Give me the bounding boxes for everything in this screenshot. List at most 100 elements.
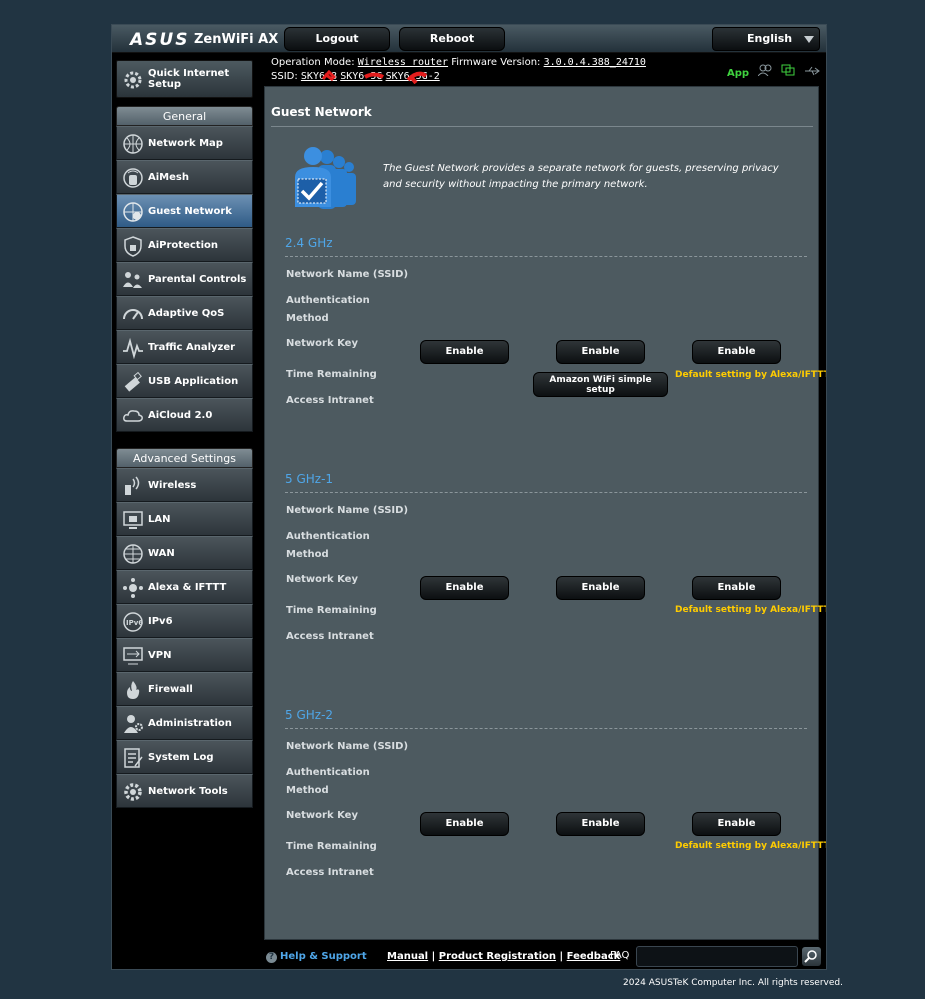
ipv6-icon: IPv6 [123, 612, 143, 632]
sidebar-item-network-tools[interactable]: Network Tools [116, 774, 253, 808]
sidebar-item-label: Adaptive QoS [148, 308, 225, 319]
field-label-access-intranet: Access Intranet [286, 395, 374, 406]
language-select[interactable]: English [712, 27, 820, 51]
field-label-access-intranet: Access Intranet [286, 631, 374, 642]
status-bar: Operation Mode: Wireless router Firmware… [271, 56, 826, 86]
help-support-link[interactable]: ? Help & Support [266, 951, 367, 963]
sidebar-item-aiprotection[interactable]: AiProtection [116, 228, 253, 262]
sidebar-item-label: Network Map [148, 138, 223, 149]
aicloud-icon [123, 410, 143, 422]
sidebar-item-traffic-analyzer[interactable]: Traffic Analyzer [116, 330, 253, 364]
wan-icon [123, 544, 143, 564]
sidebar-item-label: Traffic Analyzer [148, 342, 236, 353]
field-label-ssid: Network Name (SSID) [286, 505, 409, 516]
divider [285, 256, 807, 257]
sidebar-item-wan[interactable]: WAN [116, 536, 253, 570]
general-header: General [116, 106, 253, 126]
vpn-icon [123, 647, 143, 665]
sidebar-item-aicloud[interactable]: AiCloud 2.0 [116, 398, 253, 432]
network-icon[interactable] [781, 64, 795, 79]
parental-controls-icon [123, 272, 142, 288]
enable-button-2-4ghz-2[interactable]: Enable [556, 340, 645, 364]
sidebar-item-guest-network[interactable]: Guest Network [116, 194, 253, 228]
sidebar-item-wireless[interactable]: Wireless [116, 468, 253, 502]
enable-button-2-4ghz-1[interactable]: Enable [420, 340, 509, 364]
app-link[interactable]: App [727, 68, 749, 79]
sidebar-item-system-log[interactable]: System Log [116, 740, 253, 774]
field-label-time-remaining: Time Remaining [286, 605, 377, 616]
field-label-method: Method [286, 785, 329, 796]
faq-label: FAQ [610, 950, 630, 961]
usb-icon[interactable] [804, 66, 821, 79]
enable-button-5ghz-2-2[interactable]: Enable [556, 812, 645, 836]
network-map-icon [123, 134, 143, 154]
sidebar-item-label: AiProtection [148, 240, 218, 251]
sidebar-item-alexa-ifttt[interactable]: Alexa & IFTTT [116, 570, 253, 604]
product-registration-link[interactable]: Product Registration [439, 951, 556, 962]
amazon-wifi-simple-setup-button[interactable]: Amazon WiFi simple setup [533, 372, 668, 397]
faq-search-input[interactable] [636, 946, 798, 967]
sidebar-item-label: System Log [148, 752, 214, 763]
sidebar-item-label: Wireless [148, 480, 197, 491]
field-label-network-key: Network Key [286, 810, 358, 821]
field-label-method: Method [286, 313, 329, 324]
field-label-authentication: Authentication [286, 295, 370, 306]
enable-button-5ghz-1-1[interactable]: Enable [420, 576, 509, 600]
enable-button-5ghz-2-3[interactable]: Enable [692, 812, 781, 836]
alexa-ifttt-icon [123, 578, 143, 598]
administration-icon [124, 715, 143, 733]
sidebar-item-ipv6[interactable]: IPv6 IPv6 [116, 604, 253, 638]
firmware-label: Firmware Version: [451, 57, 541, 68]
reboot-button[interactable]: Reboot [399, 27, 505, 51]
copyright-text: 2024 ASUSTeK Computer Inc. All rights re… [623, 978, 843, 988]
sidebar-item-network-map[interactable]: Network Map [116, 126, 253, 160]
sidebar-item-label: VPN [148, 650, 172, 661]
divider [285, 728, 807, 729]
ssid-link-1[interactable]: SKY6 8 [301, 70, 337, 82]
field-label-time-remaining: Time Remaining [286, 369, 377, 380]
guest-network-icon [123, 202, 143, 222]
sidebar-item-aimesh[interactable]: AiMesh [116, 160, 253, 194]
enable-button-5ghz-1-2[interactable]: Enable [556, 576, 645, 600]
sidebar-item-firewall[interactable]: Firewall [116, 672, 253, 706]
clients-icon[interactable] [757, 64, 772, 79]
enable-button-5ghz-1-3[interactable]: Enable [692, 576, 781, 600]
sidebar-item-adaptive-qos[interactable]: Adaptive QoS [116, 296, 253, 330]
language-value: English [747, 32, 793, 45]
guest-network-description: The Guest Network provides a separate ne… [383, 163, 779, 190]
aimesh-icon [123, 168, 143, 188]
sidebar-item-lan[interactable]: LAN [116, 502, 253, 536]
band-title-5ghz-1: 5 GHz-1 [285, 472, 334, 486]
enable-button-2-4ghz-3[interactable]: Enable [692, 340, 781, 364]
operation-mode-link[interactable]: Wireless router [358, 57, 448, 68]
ssid-link-3[interactable]: SKY6 5G-2 [386, 71, 440, 84]
sidebar-item-parental-controls[interactable]: Parental Controls [116, 262, 253, 296]
advanced-settings-header: Advanced Settings [116, 448, 253, 468]
firmware-link[interactable]: 3.0.0.4.388_24710 [544, 57, 646, 68]
sidebar-item-usb-application[interactable]: USB Application [116, 364, 253, 398]
firewall-icon [127, 681, 140, 699]
faq-search-button[interactable] [802, 947, 821, 966]
sidebar-item-label: Alexa & IFTTT [148, 582, 227, 593]
quick-internet-setup-button[interactable]: Quick Internet Setup [116, 60, 253, 98]
field-label-authentication: Authentication [286, 531, 370, 542]
sidebar-item-vpn[interactable]: VPN [116, 638, 253, 672]
operation-mode-label: Operation Mode: [271, 57, 355, 68]
enable-button-5ghz-2-1[interactable]: Enable [420, 812, 509, 836]
logout-button[interactable]: Logout [284, 27, 390, 51]
asus-logo: ASUS [130, 30, 190, 50]
sidebar-item-label: Network Tools [148, 786, 228, 797]
field-label-ssid: Network Name (SSID) [286, 741, 409, 752]
alexa-default-note: Default setting by Alexa/IFTTT [675, 841, 827, 851]
lan-icon [123, 511, 143, 529]
page-title: Guest Network [271, 105, 372, 119]
ssid-link-2[interactable]: SKY6 5G [340, 71, 385, 82]
field-label-time-remaining: Time Remaining [286, 841, 377, 852]
question-icon: ? [266, 952, 277, 963]
sidebar-item-label: IPv6 [148, 616, 173, 627]
manual-link[interactable]: Manual [387, 951, 428, 962]
footer: ? Help & Support Manual | Product Registr… [264, 943, 826, 969]
sidebar-item-label: AiCloud 2.0 [148, 410, 213, 421]
sidebar-item-administration[interactable]: Administration [116, 706, 253, 740]
system-log-icon [124, 748, 143, 768]
